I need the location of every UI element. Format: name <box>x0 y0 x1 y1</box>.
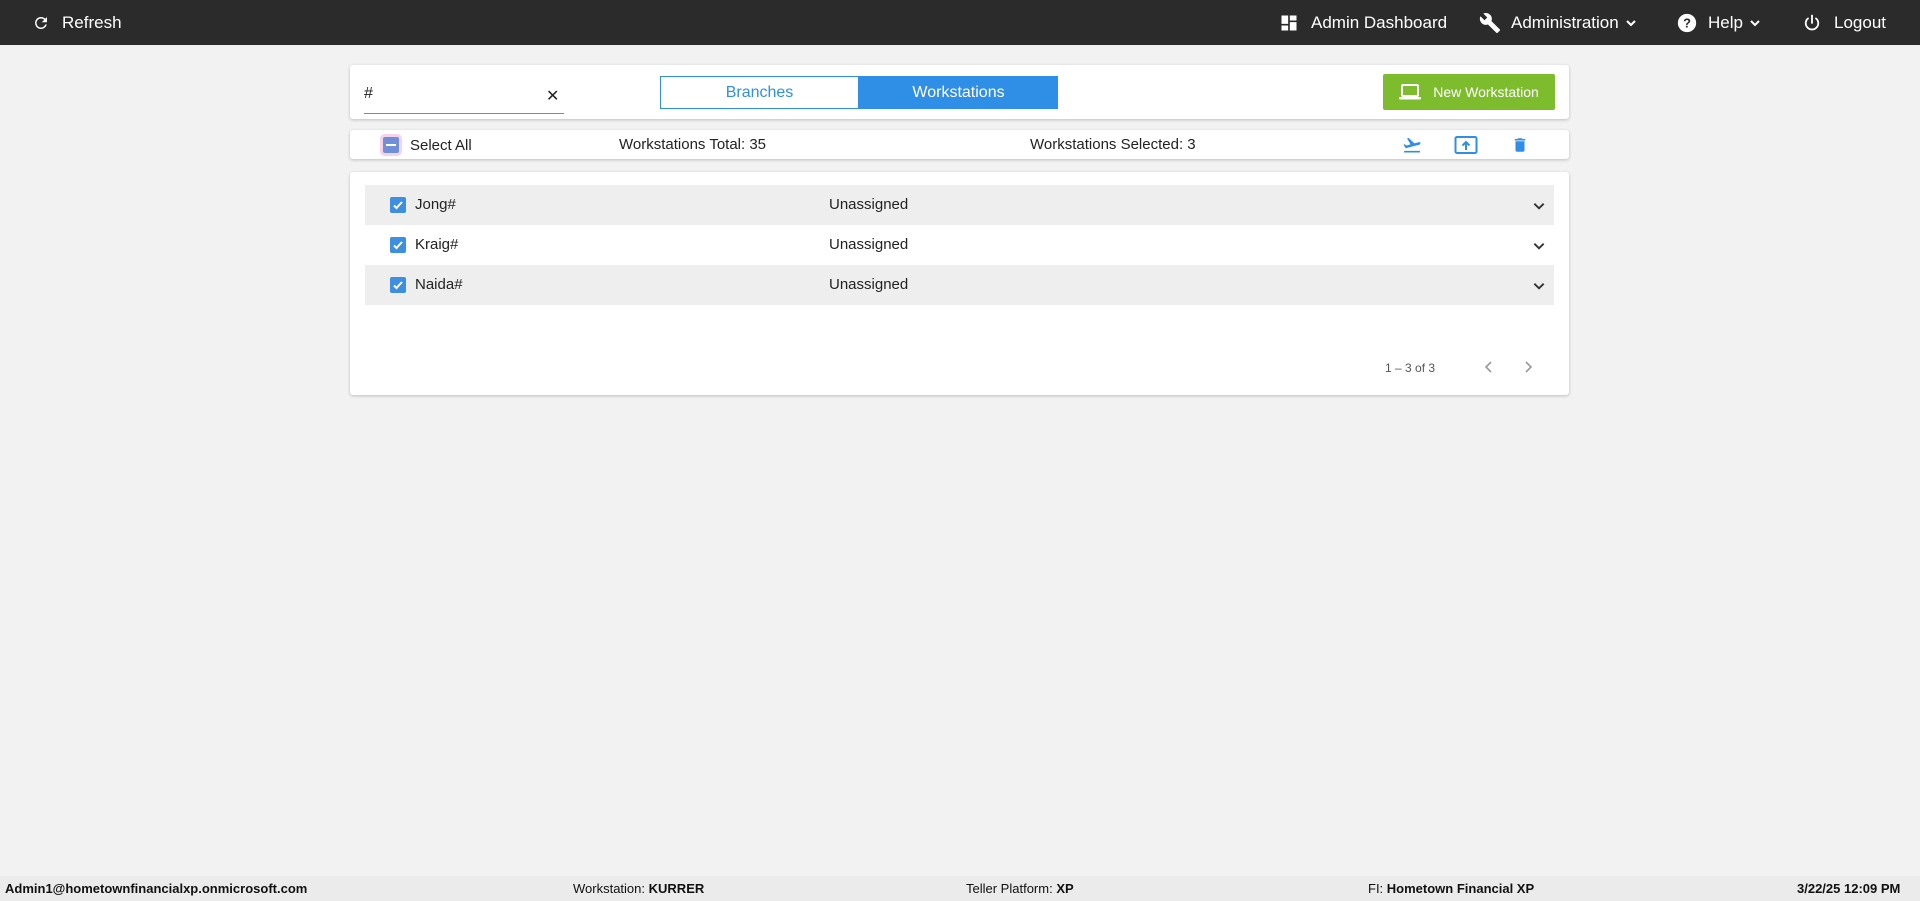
footer-teller-platform-label: Teller Platform: <box>966 881 1053 896</box>
upload-button[interactable] <box>1454 135 1478 160</box>
chevron-down-icon[interactable] <box>1532 239 1546 253</box>
footer-teller-platform: Teller Platform: XP <box>966 881 1074 896</box>
admin-dashboard-link[interactable]: Admin Dashboard <box>1279 0 1447 45</box>
svg-text:?: ? <box>1683 15 1691 30</box>
search-input[interactable] <box>364 80 534 108</box>
trash-icon <box>1514 138 1526 152</box>
workstation-status: Unassigned <box>829 276 909 293</box>
administration-menu[interactable]: Administration <box>1479 0 1637 45</box>
help-icon: ? <box>1677 13 1697 32</box>
administration-label: Administration <box>1511 12 1619 32</box>
list-item[interactable]: Kraig# Unassigned <box>365 225 1554 265</box>
top-navigation-bar: Refresh Admin Dashboard Administration ?… <box>0 0 1920 45</box>
admin-dashboard-label: Admin Dashboard <box>1311 12 1448 32</box>
selection-bar: Select All Workstations Total: 35 Workst… <box>350 130 1569 159</box>
logout-label: Logout <box>1834 12 1886 32</box>
close-icon[interactable]: ✕ <box>546 86 559 106</box>
refresh-label: Refresh <box>62 12 122 32</box>
chevron-down-icon[interactable] <box>1532 199 1546 213</box>
footer-user: Admin1@hometownfinancialxp.onmicrosoft.c… <box>5 881 308 896</box>
new-workstation-label: New Workstation <box>1433 84 1539 100</box>
wrench-icon <box>1479 12 1501 33</box>
upload-icon <box>1454 136 1478 154</box>
footer-workstation-label: Workstation: <box>573 881 646 896</box>
dashboard-icon <box>1281 15 1297 30</box>
workstation-list: Jong# Unassigned Kraig# Unassigned Naida… <box>350 172 1569 395</box>
workstation-name: Naida# <box>415 276 463 293</box>
delete-button[interactable] <box>1511 135 1529 160</box>
footer-fi-label: FI: <box>1368 881 1384 896</box>
footer-fi-value: Hometown Financial XP <box>1386 881 1535 896</box>
airplane-depart-icon <box>1403 137 1421 153</box>
select-all-checkbox[interactable] <box>383 137 399 153</box>
footer-teller-platform-value: XP <box>1056 881 1074 896</box>
footer-workstation-value: KURRER <box>648 881 705 896</box>
help-label: Help <box>1708 12 1743 32</box>
tab-branches[interactable]: Branches <box>660 76 859 109</box>
chevron-down-icon <box>1626 19 1636 26</box>
new-workstation-button[interactable]: New Workstation <box>1383 74 1555 110</box>
view-toggle: Branches Workstations <box>660 76 1058 109</box>
select-all-label: Select All <box>410 137 472 154</box>
refresh-button[interactable]: Refresh <box>32 0 122 45</box>
check-icon <box>393 281 403 290</box>
workstation-status: Unassigned <box>829 236 909 253</box>
workstation-name: Jong# <box>415 196 456 213</box>
chevron-right-icon[interactable] <box>1520 359 1536 375</box>
search-field: ✕ <box>364 80 564 114</box>
workstations-selected: Workstations Selected: 3 <box>1030 136 1196 153</box>
indeterminate-icon <box>386 144 396 146</box>
footer-datetime: 3/22/25 12:09 PM <box>1797 881 1901 896</box>
laptop-icon <box>1399 84 1422 100</box>
list-item[interactable]: Jong# Unassigned <box>365 185 1554 225</box>
chevron-down-icon <box>1750 19 1760 26</box>
status-bar: Admin1@hometownfinancialxp.onmicrosoft.c… <box>0 876 1920 901</box>
row-checkbox[interactable] <box>390 237 406 253</box>
tab-workstations[interactable]: Workstations <box>859 76 1058 109</box>
power-icon <box>1804 14 1820 30</box>
check-icon <box>393 241 403 250</box>
check-icon <box>393 201 403 210</box>
footer-fi: FI: Hometown Financial XP <box>1368 881 1534 896</box>
list-item[interactable]: Naida# Unassigned <box>365 265 1554 305</box>
refresh-icon <box>35 16 47 29</box>
chevron-left-icon[interactable] <box>1481 359 1497 375</box>
chevron-down-icon[interactable] <box>1532 279 1546 293</box>
help-menu[interactable]: ? Help <box>1676 0 1761 45</box>
workstation-name: Kraig# <box>415 236 459 253</box>
logout-button[interactable]: Logout <box>1802 0 1886 45</box>
assign-button[interactable] <box>1401 135 1423 160</box>
filter-toolbar: ✕ Branches Workstations New Workstation <box>350 65 1569 119</box>
footer-workstation: Workstation: KURRER <box>573 881 704 896</box>
pagination-range: 1 – 3 of 3 <box>1385 361 1436 375</box>
row-checkbox[interactable] <box>390 277 406 293</box>
row-checkbox[interactable] <box>390 197 406 213</box>
workstations-total: Workstations Total: 35 <box>619 136 767 153</box>
workstation-status: Unassigned <box>829 196 909 213</box>
